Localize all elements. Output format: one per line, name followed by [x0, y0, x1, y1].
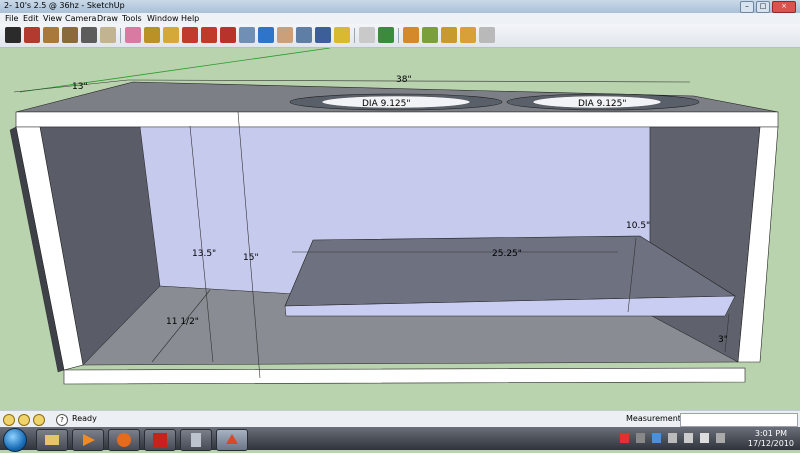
clock[interactable]: 3:01 PM 17/12/2010 — [748, 429, 794, 449]
clock-date: 17/12/2010 — [747, 439, 794, 448]
dim-width: 38" — [396, 75, 412, 85]
push-pull-icon[interactable] — [163, 27, 179, 43]
help-icon[interactable]: ? — [56, 414, 68, 426]
clock-time: 3:01 PM — [754, 429, 788, 438]
photo-textures-icon[interactable] — [441, 27, 457, 43]
offset-icon[interactable] — [239, 27, 255, 43]
dim-floor-depth: 11 1/2" — [166, 317, 199, 327]
menu-edit[interactable]: Edit — [23, 14, 39, 23]
paint-bucket-icon[interactable] — [144, 27, 160, 43]
menu-camera[interactable]: Camera — [65, 14, 96, 23]
minimize-button[interactable]: – — [740, 1, 754, 13]
menu-view[interactable]: View — [43, 14, 62, 23]
acrobat-taskbar-icon[interactable] — [144, 429, 176, 451]
title-bar: 2- 10's 2.5 @ 36hz - SketchUp – □ × — [0, 0, 800, 14]
top-panel-front-edge — [15, 111, 779, 128]
menu-tools[interactable]: Tools — [122, 14, 142, 23]
pan-icon[interactable] — [277, 27, 293, 43]
app-tray-icon — [652, 433, 661, 443]
toolbar-separator — [354, 28, 355, 43]
flag-icon — [700, 433, 709, 443]
building-maker-icon[interactable] — [479, 27, 495, 43]
move-icon[interactable] — [182, 27, 198, 43]
close-button[interactable]: × — [772, 1, 796, 13]
menu-draw[interactable]: Draw — [97, 14, 118, 23]
rectangle-icon[interactable] — [43, 27, 59, 43]
user-icon[interactable] — [33, 414, 45, 426]
dim-outer-height: 15" — [243, 253, 259, 263]
share-component-icon[interactable] — [422, 27, 438, 43]
dim-shelf-width: 25.25" — [492, 249, 522, 259]
select-icon[interactable] — [5, 27, 21, 43]
toolbar-separator — [120, 28, 121, 43]
arc-icon[interactable] — [81, 27, 97, 43]
previous-view-icon[interactable] — [334, 27, 350, 43]
display-icon — [716, 433, 725, 443]
circle-icon[interactable] — [62, 27, 78, 43]
sketchup-taskbar-icon[interactable] — [216, 429, 248, 451]
dim-hole-right: DIA 9.125" — [578, 99, 627, 109]
get-models-icon[interactable] — [378, 27, 394, 43]
maximize-button[interactable]: □ — [756, 1, 770, 13]
menu-file[interactable]: File — [5, 14, 18, 23]
credits-icon[interactable] — [18, 414, 30, 426]
windows-taskbar: 3:01 PM 17/12/2010 — [0, 427, 800, 452]
security-icon — [620, 433, 629, 443]
orbit-icon[interactable] — [258, 27, 274, 43]
explorer-taskbar-icon[interactable] — [36, 429, 68, 451]
dim-shelf-gap: 3" — [718, 335, 728, 345]
volume-icon — [684, 433, 693, 443]
measurements-label: Measurements — [626, 414, 686, 423]
zoom-extents-icon[interactable] — [315, 27, 331, 43]
tray-icons — [620, 433, 725, 443]
start-button[interactable] — [3, 428, 27, 452]
bottom-front-edge — [63, 367, 746, 385]
window-title: 2- 10's 2.5 @ 36hz - SketchUp — [4, 1, 125, 10]
main-toolbar — [0, 24, 800, 48]
measurements-input[interactable] — [680, 413, 798, 427]
eraser-icon[interactable] — [125, 27, 141, 43]
share-model-icon[interactable] — [403, 27, 419, 43]
menu-help[interactable]: Help — [181, 14, 199, 23]
next-view-icon[interactable] — [359, 27, 375, 43]
dim-inner-height: 13.5" — [192, 249, 216, 259]
status-text: Ready — [72, 414, 97, 423]
firefox-taskbar-icon[interactable] — [108, 429, 140, 451]
network-icon — [636, 433, 645, 443]
rotate-icon[interactable] — [201, 27, 217, 43]
calculator-taskbar-icon[interactable] — [180, 429, 212, 451]
model-canvas[interactable]: 13" 38" DIA 9.125" DIA 9.125" 13.5" 15" … — [0, 48, 800, 410]
dim-hole-left: DIA 9.125" — [362, 99, 411, 109]
system-tray: 3:01 PM 17/12/2010 — [616, 427, 800, 450]
geo-location-icon[interactable] — [3, 414, 15, 426]
dim-shelf-height: 10.5" — [626, 221, 650, 231]
status-bar: ? Ready Measurements — [0, 410, 800, 428]
dim-depth: 13" — [72, 82, 88, 92]
model-viewport[interactable]: 13" 38" DIA 9.125" DIA 9.125" 13.5" 15" … — [0, 48, 800, 410]
make-component-icon[interactable] — [100, 27, 116, 43]
pencil-icon[interactable] — [24, 27, 40, 43]
media-player-taskbar-icon[interactable] — [72, 429, 104, 451]
follow-me-icon[interactable] — [220, 27, 236, 43]
menu-window[interactable]: Window — [147, 14, 179, 23]
power-icon — [668, 433, 677, 443]
toolbar-separator — [398, 28, 399, 43]
zoom-icon[interactable] — [296, 27, 312, 43]
get-photo-icon[interactable] — [460, 27, 476, 43]
